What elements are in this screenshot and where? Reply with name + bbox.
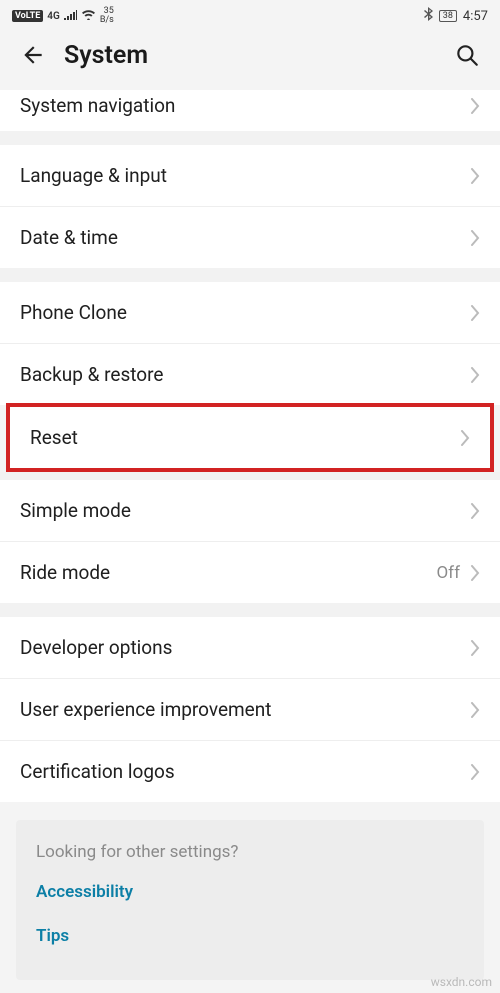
volte-badge: VoLTE: [12, 10, 43, 22]
chevron-right-icon: [470, 565, 480, 581]
chevron-right-icon: [470, 764, 480, 780]
row-label: Phone Clone: [20, 301, 127, 324]
other-settings-question: Looking for other settings?: [36, 842, 464, 862]
status-left: VoLTE 4G 35 B/s: [12, 7, 114, 25]
row-label: Certification logos: [20, 760, 175, 783]
row-language-input[interactable]: Language & input: [0, 145, 500, 207]
status-right: 38 4:57: [424, 7, 488, 25]
battery-indicator: 38: [439, 10, 457, 22]
row-phone-clone[interactable]: Phone Clone: [0, 282, 500, 344]
signal-4g: 4G: [47, 11, 60, 22]
group-locale: Language & input Date & time: [0, 145, 500, 268]
row-user-experience-improvement[interactable]: User experience improvement: [0, 679, 500, 741]
row-label: Ride mode: [20, 561, 110, 584]
row-label: Date & time: [20, 226, 118, 249]
row-reset[interactable]: Reset: [10, 407, 490, 468]
row-backup-restore[interactable]: Backup & restore: [0, 344, 500, 405]
group-divider: [0, 131, 500, 145]
group-top-cut: System navigation: [0, 90, 500, 131]
wifi-icon: [81, 9, 96, 24]
speed-unit: B/s: [100, 16, 114, 25]
row-label: System navigation: [20, 94, 175, 117]
arrow-left-icon: [20, 42, 46, 68]
group-backup: Phone Clone Backup & restore: [0, 282, 500, 405]
row-ride-mode[interactable]: Ride mode Off: [0, 542, 500, 603]
row-label: Language & input: [20, 164, 167, 187]
link-tips[interactable]: Tips: [36, 926, 464, 946]
chevron-right-icon: [470, 367, 480, 383]
other-settings-card: Looking for other settings? Accessibilit…: [16, 820, 484, 980]
status-bar: VoLTE 4G 35 B/s 38 4:57: [0, 0, 500, 32]
header: System: [0, 32, 500, 90]
row-developer-options[interactable]: Developer options: [0, 617, 500, 679]
watermark: wsxdn.com: [431, 975, 492, 989]
row-label: Simple mode: [20, 499, 131, 522]
row-label: Developer options: [20, 636, 172, 659]
page-title: System: [64, 41, 450, 70]
row-simple-mode[interactable]: Simple mode: [0, 480, 500, 542]
chevron-right-icon: [470, 230, 480, 246]
chevron-right-icon: [470, 640, 480, 656]
bluetooth-icon: [424, 7, 433, 25]
link-accessibility[interactable]: Accessibility: [36, 882, 464, 902]
group-modes: Simple mode Ride mode Off: [0, 480, 500, 603]
row-certification-logos[interactable]: Certification logos: [0, 741, 500, 802]
chevron-right-icon: [470, 503, 480, 519]
row-label: Reset: [30, 426, 78, 449]
group-advanced: Developer options User experience improv…: [0, 617, 500, 802]
row-system-navigation[interactable]: System navigation: [0, 90, 500, 131]
clock: 4:57: [463, 9, 488, 24]
ride-mode-value: Off: [436, 563, 460, 583]
group-divider: [0, 603, 500, 617]
group-divider: [0, 472, 500, 480]
chevron-right-icon: [470, 98, 480, 114]
row-date-time[interactable]: Date & time: [0, 207, 500, 268]
row-label: User experience improvement: [20, 698, 271, 721]
network-speed: 35 B/s: [100, 7, 114, 25]
chevron-right-icon: [470, 305, 480, 321]
search-button[interactable]: [450, 38, 484, 72]
signal-bars-icon: [64, 9, 77, 24]
search-icon: [454, 42, 480, 68]
chevron-right-icon: [470, 702, 480, 718]
chevron-right-icon: [470, 168, 480, 184]
chevron-right-icon: [460, 430, 470, 446]
group-divider: [0, 268, 500, 282]
reset-highlight-box: Reset: [6, 403, 494, 472]
back-button[interactable]: [16, 38, 50, 72]
row-label: Backup & restore: [20, 363, 163, 386]
